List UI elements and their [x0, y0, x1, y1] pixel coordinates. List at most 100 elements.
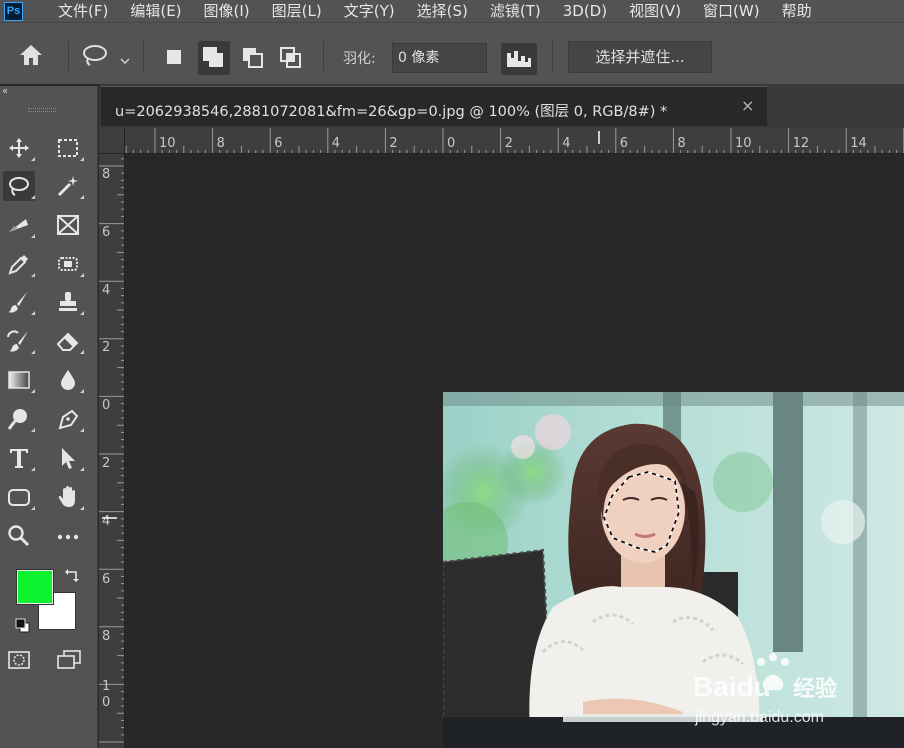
lasso-preset-picker[interactable] [80, 43, 110, 67]
ruler-label: 10 [735, 136, 752, 151]
gradient-tool[interactable] [3, 365, 35, 395]
panel-grip[interactable] [28, 108, 56, 112]
horizontal-ruler[interactable]: 10 8 6 4 2 0 2 4 6 8 10 12 14 [125, 128, 904, 154]
subtract-from-selection-button[interactable] [240, 45, 266, 71]
ruler-label: 12 [793, 136, 810, 151]
tools-panel: ‹‹ [0, 86, 98, 748]
menu-bar: Ps 文件(F) 编辑(E) 图像(I) 图层(L) 文字(Y) 选择(S) 滤… [0, 0, 904, 22]
default-colors-icon[interactable] [14, 617, 32, 635]
eyedropper-tool[interactable] [3, 249, 35, 279]
feather-label: 羽化: [343, 51, 376, 67]
add-to-selection-button[interactable] [198, 41, 230, 75]
dodge-icon [7, 409, 27, 430]
ruler-label: 6 [274, 136, 282, 151]
dodge-tool[interactable] [3, 404, 35, 434]
arrow-cursor-icon [62, 448, 75, 469]
pen-tool[interactable] [52, 404, 84, 434]
type-tool[interactable] [3, 443, 35, 473]
blur-tool[interactable] [52, 365, 84, 395]
photoshop-logo: Ps [4, 1, 23, 21]
menu-edit[interactable]: 编辑(E) [130, 0, 181, 22]
foreground-color-swatch[interactable] [16, 569, 54, 605]
history-brush-tool[interactable] [3, 326, 35, 356]
close-icon[interactable]: × [741, 96, 754, 115]
magic-wand-tool[interactable] [52, 171, 84, 201]
svg-text:经验: 经验 [793, 676, 837, 702]
eyedropper-icon [8, 255, 28, 275]
hand-tool[interactable] [52, 482, 84, 512]
home-button[interactable] [16, 42, 46, 68]
zoom-tool[interactable] [3, 521, 35, 551]
history-brush-icon [7, 330, 28, 352]
ruler-label: 0 [102, 398, 110, 413]
menu-file[interactable]: 文件(F) [58, 0, 108, 22]
chevron-down-icon[interactable] [119, 51, 131, 65]
image-layer[interactable]: Baidu 经验 jingyan.baidu.com [443, 392, 904, 748]
menu-type[interactable]: 文字(Y) [344, 0, 395, 22]
clone-stamp-tool[interactable] [52, 287, 84, 317]
eraser-tool[interactable] [52, 326, 84, 356]
rectangular-marquee-tool[interactable] [52, 133, 84, 163]
photo-woman-cafe: Baidu 经验 jingyan.baidu.com [443, 392, 904, 748]
more-icon [57, 534, 79, 540]
menu-3d[interactable]: 3D(D) [563, 0, 607, 22]
ruler-label: 2 [102, 340, 110, 355]
ruler-label: 6 [620, 136, 628, 151]
stamp-icon [59, 292, 77, 311]
brush-icon [8, 292, 27, 313]
menu-image[interactable]: 图像(I) [204, 0, 250, 22]
ruler-label: 8 [102, 167, 110, 182]
intersect-selection-icon [280, 47, 301, 68]
ruler-label: 2 [102, 456, 110, 471]
path-selection-tool[interactable] [52, 443, 84, 473]
menu-filter[interactable]: 滤镜(T) [490, 0, 541, 22]
ruler-origin[interactable] [99, 128, 125, 154]
screen-mode-icon[interactable] [55, 648, 83, 672]
add-selection-icon [203, 47, 223, 67]
document-tab[interactable]: u=2062938546,2881072081&fm=26&gp=0.jpg @… [101, 86, 767, 126]
edit-toolbar-button[interactable] [52, 521, 84, 551]
bandage-icon [58, 257, 78, 271]
rectangle-tool[interactable] [3, 482, 35, 512]
lasso-tool[interactable] [3, 171, 35, 201]
intersect-selection-button[interactable] [278, 45, 304, 71]
svg-text:jingyan.baidu.com: jingyan.baidu.com [694, 709, 824, 726]
ruler-label: 10 [159, 136, 176, 151]
home-icon [20, 45, 42, 65]
menu-layer[interactable]: 图层(L) [272, 0, 322, 22]
ruler-label: 6 [102, 225, 110, 240]
separator [143, 41, 144, 71]
subtract-selection-icon [243, 48, 263, 68]
swap-colors-icon[interactable] [63, 567, 81, 585]
document-tab-title: u=2062938546,2881072081&fm=26&gp=0.jpg @… [115, 104, 668, 120]
vertical-ruler[interactable]: 86420246810 [99, 154, 125, 748]
ruler-label: 0 [102, 695, 110, 710]
anti-alias-button[interactable] [501, 43, 537, 75]
menu-window[interactable]: 窗口(W) [703, 0, 760, 22]
collapse-panel-icon[interactable]: ‹‹ [2, 86, 8, 97]
gradient-icon [8, 371, 30, 389]
ruler-label: 1 [102, 679, 110, 694]
menu-select[interactable]: 选择(S) [417, 0, 468, 22]
separator [552, 41, 553, 71]
menu-help[interactable]: 帮助 [782, 0, 812, 22]
lasso-icon [9, 177, 29, 196]
ruler-label: 4 [102, 514, 110, 529]
spot-healing-brush-tool[interactable] [52, 249, 84, 279]
marquee-icon [58, 139, 78, 157]
crop-tool[interactable] [3, 210, 35, 240]
quick-mask-icon[interactable] [6, 649, 32, 671]
crop-icon [9, 219, 28, 232]
menu-view[interactable]: 视图(V) [629, 0, 681, 22]
move-tool[interactable] [3, 133, 35, 163]
anti-alias-icon [507, 51, 531, 67]
ruler-label: 4 [332, 136, 340, 151]
brush-tool[interactable] [3, 287, 35, 317]
new-selection-button[interactable] [162, 45, 188, 71]
frame-tool[interactable] [52, 210, 84, 240]
options-bar: 羽化: 0 像素 选择并遮住... [0, 22, 904, 84]
separator [68, 41, 69, 71]
feather-input[interactable]: 0 像素 [392, 43, 487, 73]
select-and-mask-button[interactable]: 选择并遮住... [568, 41, 712, 73]
ruler-label: 0 [447, 136, 455, 151]
